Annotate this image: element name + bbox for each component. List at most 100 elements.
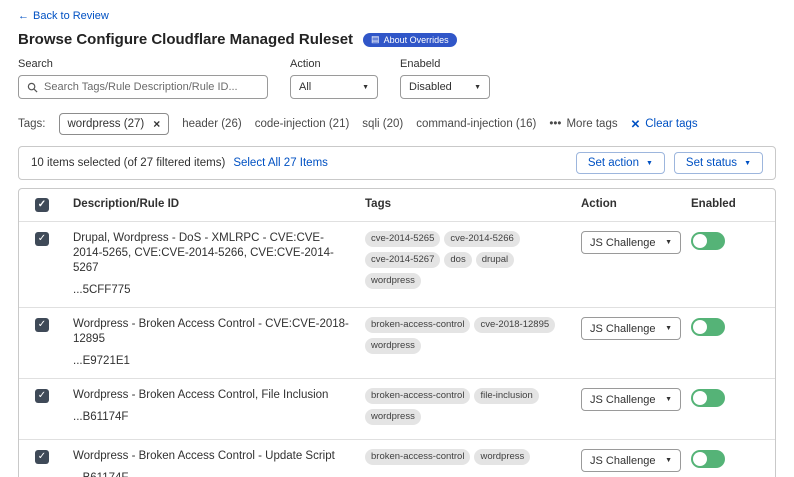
- tag-chip: wordpress: [365, 338, 421, 354]
- clear-tags-label: Clear tags: [645, 118, 697, 130]
- rule-id: ...5CFF775: [73, 283, 349, 298]
- rules-table: ✓ Description/Rule ID Tags Action Enable…: [18, 188, 776, 477]
- rule-tags: broken-access-controlwordpress: [357, 440, 573, 477]
- set-action-button[interactable]: Set action ▼: [576, 152, 665, 174]
- toggle-knob: [693, 234, 707, 248]
- search-filter: Search: [18, 58, 268, 99]
- tag-chip: wordpress: [474, 449, 530, 465]
- tag-chip: broken-access-control: [365, 388, 470, 404]
- row-checkbox[interactable]: ✓: [35, 232, 49, 246]
- chevron-down-icon: ▼: [665, 239, 672, 246]
- chevron-down-icon: ▼: [665, 457, 672, 464]
- rule-tags: broken-access-controlfile-inclusion wordp…: [357, 379, 573, 439]
- more-tags-button[interactable]: ••• More tags: [549, 118, 617, 130]
- ellipsis-icon: •••: [549, 118, 561, 130]
- chevron-down-icon: ▼: [665, 325, 672, 332]
- enabled-toggle[interactable]: [691, 318, 725, 336]
- tag-chip: broken-access-control: [365, 449, 470, 465]
- filters-row: Search Action All ▼ Enabeld Disabled ▼: [18, 58, 776, 99]
- action-filter-label: Action: [290, 58, 378, 70]
- enabled-filter-label: Enabeld: [400, 58, 490, 70]
- selection-summary: 10 items selected (of 27 filtered items): [31, 157, 225, 169]
- column-header-description: Description/Rule ID: [65, 189, 357, 221]
- column-header-action: Action: [573, 189, 683, 221]
- row-action-value: JS Challenge: [590, 237, 655, 249]
- column-header-tags: Tags: [357, 189, 573, 221]
- about-overrides-badge[interactable]: ▤ About Overrides: [363, 33, 457, 47]
- table-row: ✓ Wordpress - Broken Access Control, Fil…: [19, 378, 775, 439]
- rule-id: ...E9721E1: [73, 354, 349, 369]
- remove-tag-icon[interactable]: ×: [153, 117, 160, 131]
- rule-id: ...B61174F: [73, 471, 349, 477]
- tag-chip: wordpress: [365, 273, 421, 289]
- tag-chip: cve-2014-5266: [444, 231, 519, 247]
- search-input[interactable]: [44, 81, 259, 93]
- tag-chip: file-inclusion: [474, 388, 538, 404]
- selected-tag-wordpress[interactable]: wordpress (27) ×: [59, 113, 170, 135]
- tag-option-sqli[interactable]: sqli (20): [362, 118, 403, 130]
- tag-chip: drupal: [476, 252, 514, 268]
- rule-description: Wordpress - Broken Access Control - Upda…: [73, 449, 349, 464]
- row-action-select[interactable]: JS Challenge ▼: [581, 388, 681, 411]
- search-label: Search: [18, 58, 268, 70]
- page: ← Back to Review Browse Configure Cloudf…: [0, 0, 794, 477]
- row-action-value: JS Challenge: [590, 394, 655, 406]
- table-row: ✓ Drupal, Wordpress - DoS - XMLRPC - CVE…: [19, 221, 775, 307]
- row-action-value: JS Challenge: [590, 323, 655, 335]
- tag-chip: dos: [444, 252, 471, 268]
- row-checkbox[interactable]: ✓: [35, 389, 49, 403]
- tag-chip: cve-2014-5265: [365, 231, 440, 247]
- search-box: [18, 75, 268, 99]
- set-status-label: Set status: [686, 157, 737, 169]
- tag-option-header[interactable]: header (26): [182, 118, 241, 130]
- enabled-toggle[interactable]: [691, 450, 725, 468]
- row-action-select[interactable]: JS Challenge ▼: [581, 231, 681, 254]
- tag-option-code-injection[interactable]: code-injection (21): [255, 118, 350, 130]
- about-overrides-label: About Overrides: [384, 35, 449, 45]
- rules-table-body: ✓ Drupal, Wordpress - DoS - XMLRPC - CVE…: [19, 221, 775, 477]
- row-checkbox[interactable]: ✓: [35, 318, 49, 332]
- rule-tags: cve-2014-5265cve-2014-5266cve-2014-5267d…: [357, 222, 573, 307]
- set-action-label: Set action: [588, 157, 639, 169]
- table-row: ✓ Wordpress - Broken Access Control - Up…: [19, 439, 775, 477]
- book-icon: ▤: [371, 35, 380, 44]
- bulk-action-buttons: Set action ▼ Set status ▼: [576, 152, 763, 174]
- row-action-select[interactable]: JS Challenge ▼: [581, 449, 681, 472]
- enabled-toggle[interactable]: [691, 232, 725, 250]
- title-row: Browse Configure Cloudflare Managed Rule…: [18, 31, 776, 48]
- enabled-filter: Enabeld Disabled ▼: [400, 58, 490, 99]
- search-icon: [27, 82, 38, 93]
- back-link-label: Back to Review: [33, 10, 109, 22]
- tag-chip: cve-2018-12895: [474, 317, 555, 333]
- action-filter-select[interactable]: All ▼: [290, 75, 378, 99]
- select-all-checkbox[interactable]: ✓: [35, 198, 49, 212]
- tag-chip: wordpress: [365, 409, 421, 425]
- page-title: Browse Configure Cloudflare Managed Rule…: [18, 31, 353, 48]
- row-action-select[interactable]: JS Challenge ▼: [581, 317, 681, 340]
- action-filter-value: All: [299, 81, 311, 93]
- enabled-toggle[interactable]: [691, 389, 725, 407]
- toggle-knob: [693, 452, 707, 466]
- selection-bar: 10 items selected (of 27 filtered items)…: [18, 146, 776, 180]
- row-checkbox[interactable]: ✓: [35, 450, 49, 464]
- tag-chip: cve-2014-5267: [365, 252, 440, 268]
- back-to-review-link[interactable]: ← Back to Review: [18, 10, 109, 22]
- set-status-button[interactable]: Set status ▼: [674, 152, 763, 174]
- rule-description: Wordpress - Broken Access Control - CVE:…: [73, 317, 349, 347]
- enabled-filter-select[interactable]: Disabled ▼: [400, 75, 490, 99]
- select-all-link[interactable]: Select All 27 Items: [233, 157, 328, 169]
- chevron-down-icon: ▼: [744, 160, 751, 167]
- action-filter: Action All ▼: [290, 58, 378, 99]
- table-header-row: ✓ Description/Rule ID Tags Action Enable…: [19, 189, 775, 221]
- chevron-down-icon: ▼: [646, 160, 653, 167]
- close-icon: ✕: [631, 117, 641, 131]
- chevron-down-icon: ▼: [665, 396, 672, 403]
- chevron-down-icon: ▼: [362, 84, 369, 91]
- tag-option-command-injection[interactable]: command-injection (16): [416, 118, 536, 130]
- rule-id: ...B61174F: [73, 410, 349, 425]
- enabled-filter-value: Disabled: [409, 81, 452, 93]
- rule-tags: broken-access-controlcve-2018-12895 wordp…: [357, 308, 573, 378]
- table-row: ✓ Wordpress - Broken Access Control - CV…: [19, 307, 775, 378]
- tag-chip: broken-access-control: [365, 317, 470, 333]
- clear-tags-button[interactable]: ✕ Clear tags: [631, 117, 698, 131]
